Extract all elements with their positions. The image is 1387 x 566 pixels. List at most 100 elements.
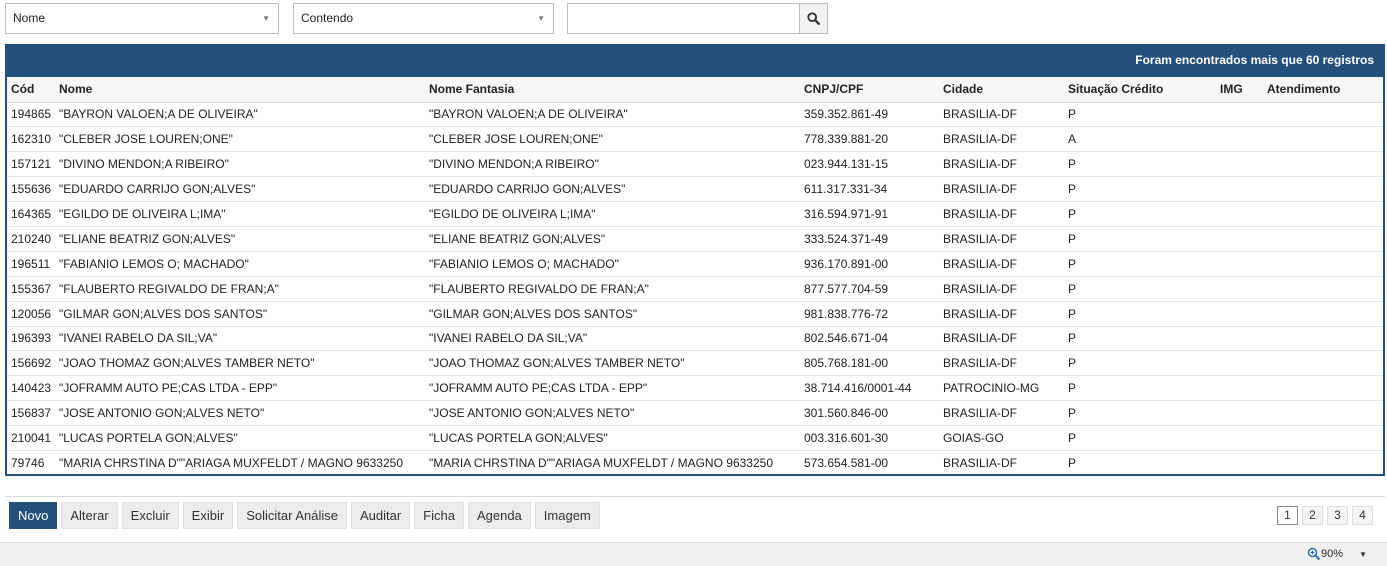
page-4-button[interactable]: 4	[1352, 506, 1373, 525]
table-cell	[1216, 375, 1263, 402]
imagem-button[interactable]: Imagem	[534, 502, 600, 529]
table-cell: BRASILIA-DF	[939, 326, 1064, 352]
table-row[interactable]: 120056 "GILMAR GON;ALVES DOS SANTOS" "GILM…	[7, 301, 1383, 327]
table-cell	[1263, 151, 1383, 178]
search-field-select[interactable]: Nome ▼	[5, 3, 279, 34]
table-cell	[1216, 102, 1263, 128]
table-cell: 316.594.971-91	[800, 201, 939, 227]
table-cell	[1263, 251, 1383, 277]
table-cell: P	[1064, 102, 1216, 128]
table-cell: 778.339.881-20	[800, 126, 939, 153]
search-button[interactable]	[799, 3, 828, 34]
results-table: Cód Nome Nome Fantasia CNPJ/CPF Cidade Situaç…	[7, 77, 1383, 475]
ficha-button[interactable]: Ficha	[414, 502, 464, 529]
table-cell: 301.560.846-00	[800, 400, 939, 427]
table-cell: 155636	[7, 176, 55, 203]
table-cell: 877.577.704-59	[800, 276, 939, 302]
search-field-value: Nome	[13, 11, 46, 25]
table-cell: BRASILIA-DF	[939, 251, 1064, 277]
column-header[interactable]: IMG	[1216, 77, 1263, 103]
column-header[interactable]: Nome	[55, 77, 425, 103]
table-cell: 802.546.671-04	[800, 326, 939, 352]
table-cell	[1216, 350, 1263, 377]
table-cell	[1216, 126, 1263, 153]
table-cell: "IVANEI RABELO DA SIL;VA"	[425, 326, 800, 352]
table-cell: "JOSE ANTONIO GON;ALVES NETO"	[425, 400, 800, 427]
table-row[interactable]: 156837 "JOSE ANTONIO GON;ALVES NETO" "JOSE…	[7, 400, 1383, 427]
table-cell: P	[1064, 176, 1216, 203]
table-cell: P	[1064, 251, 1216, 277]
table-cell: BRASILIA-DF	[939, 151, 1064, 178]
table-cell	[1263, 400, 1383, 427]
page-3-button[interactable]: 3	[1327, 506, 1348, 525]
column-header[interactable]: Nome Fantasia	[425, 77, 800, 103]
table-cell: BRASILIA-DF	[939, 301, 1064, 327]
search-operator-select[interactable]: Contendo ▼	[293, 3, 554, 34]
table-cell: 023.944.131-15	[800, 151, 939, 178]
novo-button[interactable]: Novo	[9, 502, 58, 529]
page-1-button[interactable]: 1	[1277, 506, 1298, 525]
zoom-control[interactable]: 90% ▼	[1307, 547, 1367, 561]
chevron-down-icon: ▼	[1359, 549, 1367, 559]
table-row[interactable]: 155636 "EDUARDO CARRIJO GON;ALVES" "EDUARD…	[7, 176, 1383, 203]
excluir-button[interactable]: Excluir	[121, 502, 179, 529]
table-cell	[1216, 301, 1263, 327]
table-row[interactable]: 196511 "FABIANIO LEMOS O; MACHADO" "FABIAN…	[7, 251, 1383, 277]
toolbar-divider	[5, 496, 1385, 497]
table-cell: 156692	[7, 350, 55, 377]
page-2-button[interactable]: 2	[1302, 506, 1323, 525]
table-cell	[1216, 326, 1263, 352]
alterar-button[interactable]: Alterar	[61, 502, 118, 529]
table-cell: 196393	[7, 326, 55, 352]
table-row[interactable]: 164365 "EGILDO DE OLIVEIRA L;IMA" "EGILDO …	[7, 201, 1383, 227]
table-cell	[1263, 425, 1383, 451]
table-cell: P	[1064, 276, 1216, 302]
table-cell: BRASILIA-DF	[939, 226, 1064, 252]
table-cell: 981.838.776-72	[800, 301, 939, 327]
column-header[interactable]: Cidade	[939, 77, 1064, 103]
auditar-button[interactable]: Auditar	[350, 502, 411, 529]
table-cell: P	[1064, 151, 1216, 178]
table-cell: "IVANEI RABELO DA SIL;VA"	[55, 326, 425, 352]
table-cell	[1216, 176, 1263, 203]
table-cell: 210240	[7, 226, 55, 252]
column-header[interactable]: CNPJ/CPF	[800, 77, 939, 103]
table-cell	[1216, 226, 1263, 252]
table-cell	[1263, 176, 1383, 203]
column-header[interactable]: Cód	[7, 77, 55, 103]
solicitar-analise-button[interactable]: Solicitar Análise	[237, 502, 347, 529]
table-row[interactable]: 79746 "MARIA CHRSTINA D""ARIAGA MUXFELDT …	[7, 450, 1383, 475]
table-cell: BRASILIA-DF	[939, 176, 1064, 203]
table-cell: 805.768.181-00	[800, 350, 939, 377]
column-header[interactable]: Atendimento	[1263, 77, 1383, 103]
table-cell: 155367	[7, 276, 55, 302]
table-row[interactable]: 210240 "ELIANE BEATRIZ GON;ALVES" "ELIANE …	[7, 226, 1383, 252]
table-row[interactable]: 194865 "BAYRON VALOEN;A DE OLIVEIRA" "BAYR…	[7, 102, 1383, 128]
table-row[interactable]: 156692 "JOAO THOMAZ GON;ALVES TAMBER NETO…	[7, 350, 1383, 377]
table-cell: BRASILIA-DF	[939, 126, 1064, 153]
table-row[interactable]: 155367 "FLAUBERTO REGIVALDO DE FRAN;A" "FL…	[7, 276, 1383, 302]
table-cell: 003.316.601-30	[800, 425, 939, 451]
column-header[interactable]: Situação Crédito	[1064, 77, 1216, 103]
table-row[interactable]: 157121 "DIVINO MENDON;A RIBEIRO" "DIVINO M…	[7, 151, 1383, 178]
table-cell: 164365	[7, 201, 55, 227]
table-cell: BRASILIA-DF	[939, 102, 1064, 128]
exibir-button[interactable]: Exibir	[182, 502, 234, 529]
table-cell: 79746	[11, 456, 45, 471]
table-cell: P	[1064, 400, 1216, 427]
table-row[interactable]: 210041 "LUCAS PORTELA GON;ALVES" "LUCAS PO…	[7, 425, 1383, 451]
agenda-button[interactable]: Agenda	[467, 502, 531, 529]
table-cell: 196511	[7, 251, 55, 277]
table-cell: "FLAUBERTO REGIVALDO DE FRAN;A"	[425, 276, 800, 302]
table-row[interactable]: 162310 "CLEBER JOSE LOUREN;ONE" "CLEBER JO…	[7, 126, 1383, 153]
table-row[interactable]: 140423 "JOFRAMM AUTO PE;CAS LTDA - EPP" "J…	[7, 375, 1383, 402]
search-input[interactable]	[567, 3, 800, 34]
table-cell: P	[1064, 326, 1216, 352]
table-cell: BRASILIA-DF	[939, 400, 1064, 427]
table-cell: 157121	[7, 151, 55, 178]
table-cell: 194865	[7, 102, 55, 128]
table-row[interactable]: 196393 "IVANEI RABELO DA SIL;VA" "IVANEI R…	[7, 326, 1383, 352]
table-cell: 38.714.416/0001-44	[800, 375, 939, 402]
table-cell: "JOFRAMM AUTO PE;CAS LTDA - EPP"	[425, 375, 800, 402]
table-cell: "CLEBER JOSE LOUREN;ONE"	[425, 126, 800, 153]
